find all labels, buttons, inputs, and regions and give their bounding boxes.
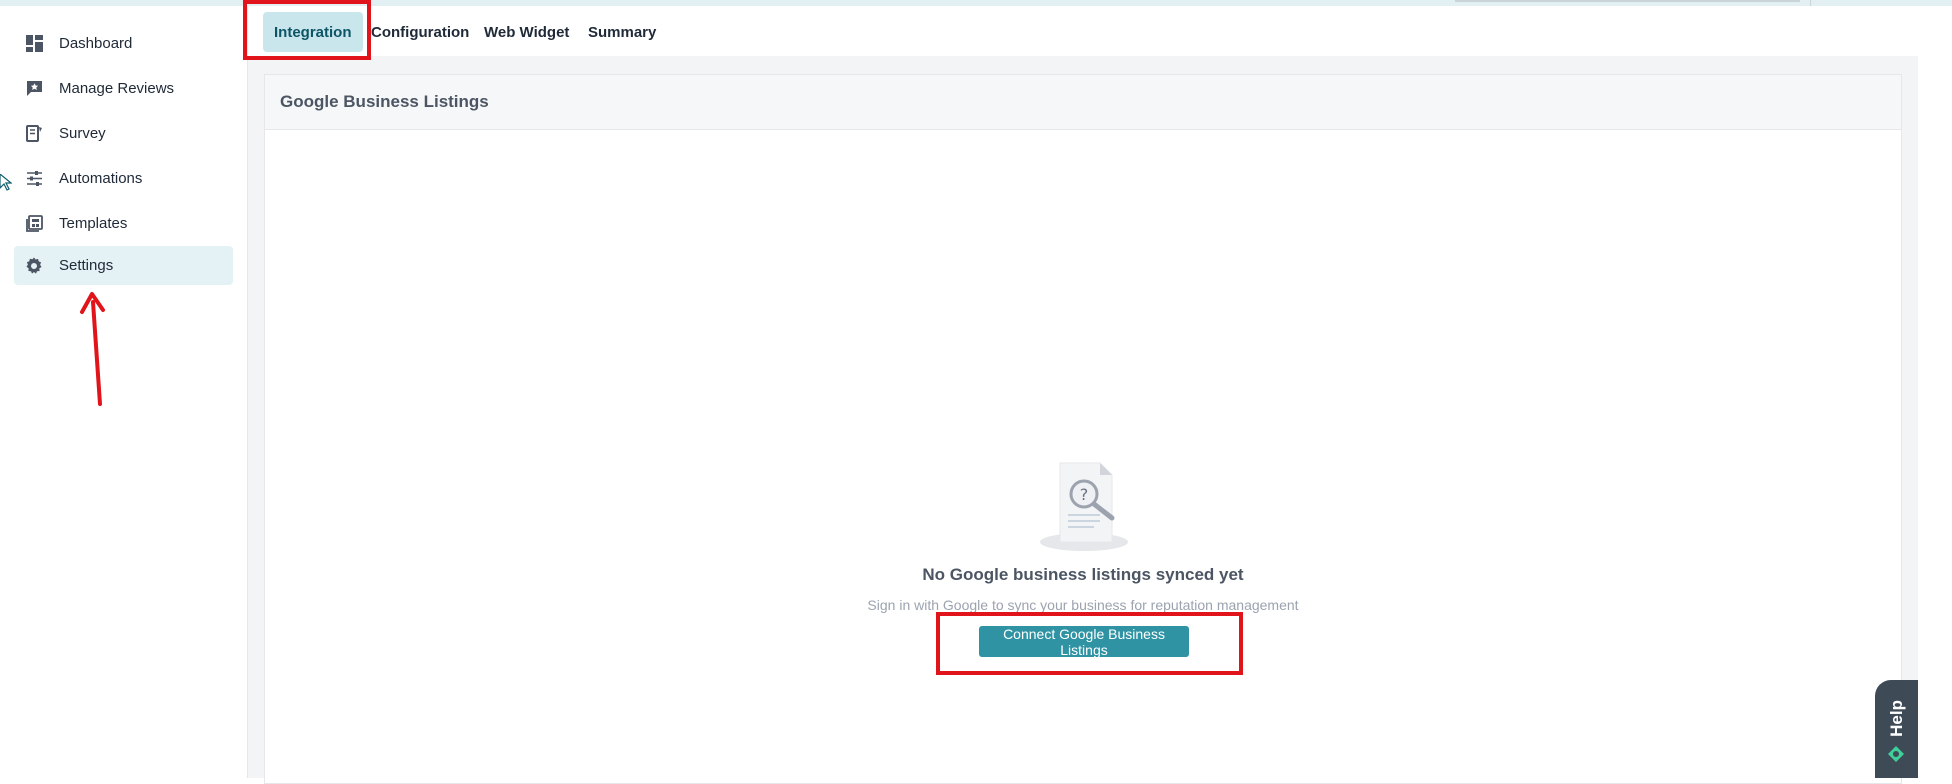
sidebar-item-automations[interactable]: Automations [14,159,233,198]
tab-configuration[interactable]: Configuration [371,12,469,52]
annotation-box-connect-button [936,612,1243,675]
sidebar-item-manage-reviews[interactable]: Manage Reviews [14,69,233,108]
google-business-listings-panel: Google Business Listings ? No Google bus… [264,74,1902,784]
settings-tabs: Integration Configuration Web Widget Sum… [248,6,1918,56]
help-icon [1888,746,1904,762]
reviews-icon [24,79,44,99]
panel-header: Google Business Listings [265,75,1901,130]
header-search-edge [1455,0,1800,2]
search-document-icon: ? [1040,462,1128,551]
annotation-arrow-up [80,292,105,406]
sidebar-item-label: Manage Reviews [59,80,175,97]
sidebar-item-label: Survey [59,125,106,142]
gear-icon [24,256,44,276]
empty-state-subtitle: Sign in with Google to sync your busines… [867,597,1299,613]
help-label: Help [1887,700,1906,737]
dashboard-icon [24,34,44,54]
sidebar-item-label: Settings [59,257,114,274]
sidebar-item-label: Templates [59,215,128,232]
mouse-cursor-icon [0,174,12,191]
empty-state-title: No Google business listings synced yet [922,565,1244,584]
annotation-box-integration-tab [243,0,371,60]
sidebar-item-label: Automations [59,170,143,187]
sidebar-item-templates[interactable]: Templates [14,204,233,243]
panel-title: Google Business Listings [280,92,489,111]
survey-icon [24,124,44,144]
templates-icon [24,214,44,234]
sliders-icon [24,169,44,189]
sidebar-item-label: Dashboard [59,35,133,52]
svg-text:?: ? [1080,485,1089,504]
sidebar-item-survey[interactable]: Survey [14,114,233,153]
sidebar: Dashboard Manage Reviews Survey Automati… [0,6,248,778]
sidebar-item-dashboard[interactable]: Dashboard [14,24,233,63]
tab-web-widget[interactable]: Web Widget [484,12,569,52]
sidebar-item-settings[interactable]: Settings [14,246,233,285]
tab-summary[interactable]: Summary [588,12,656,52]
